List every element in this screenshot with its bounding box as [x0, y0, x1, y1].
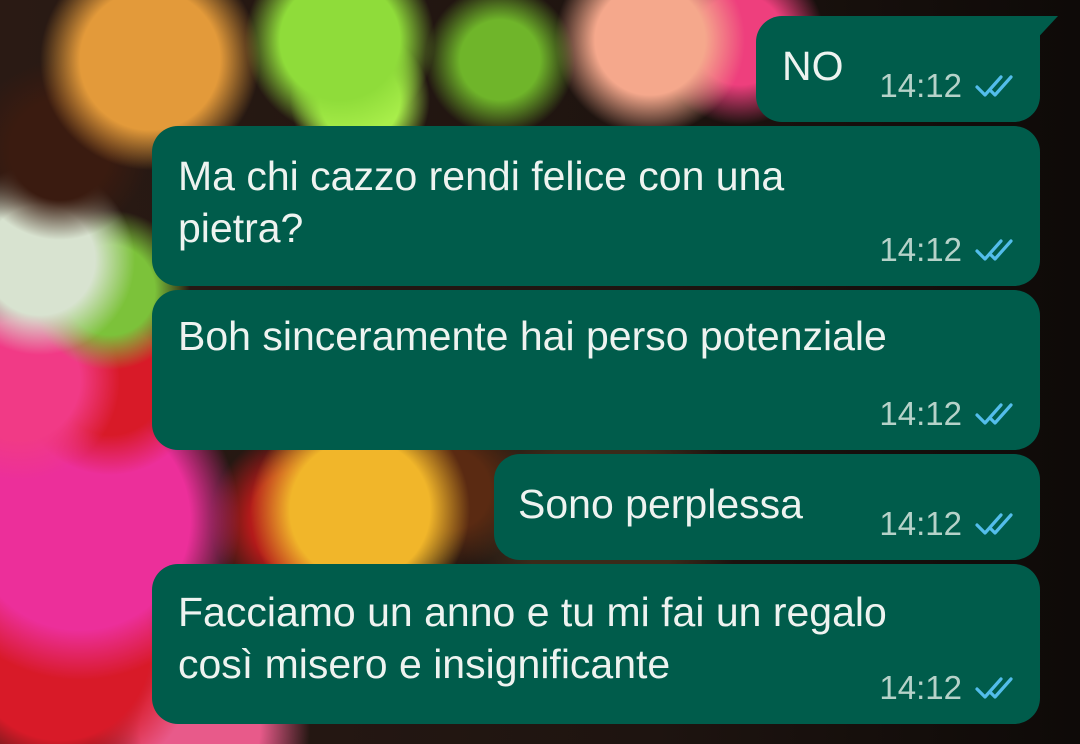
- message-time: 14:12: [879, 231, 962, 268]
- message-meta: 14:12: [879, 506, 1018, 542]
- message-text: Boh sinceramente hai perso potenziale: [178, 313, 887, 359]
- message-bubble[interactable]: Facciamo un anno e tu mi fai un regalo c…: [152, 564, 1040, 724]
- message-text: NO: [782, 43, 844, 89]
- double-check-read-icon: [974, 400, 1018, 428]
- message-meta: 14:12: [879, 232, 1018, 268]
- message-bubble[interactable]: Ma chi cazzo rendi felice con una pietra…: [152, 126, 1040, 286]
- message-time: 14:12: [879, 669, 962, 706]
- message-text: Sono perplessa: [518, 481, 803, 527]
- message-text: Facciamo un anno e tu mi fai un regalo c…: [178, 589, 887, 687]
- message-time: 14:12: [879, 395, 962, 432]
- message-meta: 14:12: [879, 396, 1018, 432]
- message-bubble[interactable]: Boh sinceramente hai perso potenziale 14…: [152, 290, 1040, 450]
- message-meta: 14:12: [879, 670, 1018, 706]
- message-time: 14:12: [879, 505, 962, 542]
- message-text: Ma chi cazzo rendi felice con una pietra…: [178, 153, 785, 251]
- message-bubble[interactable]: NO 14:12: [756, 16, 1058, 122]
- double-check-read-icon: [974, 510, 1018, 538]
- double-check-read-icon: [974, 236, 1018, 264]
- message-time: 14:12: [879, 67, 962, 104]
- message-meta: 14:12: [879, 68, 1018, 104]
- double-check-read-icon: [974, 674, 1018, 702]
- double-check-read-icon: [974, 72, 1018, 100]
- chat-conversation: NO 14:12 Ma chi cazzo rendi felice con u…: [0, 0, 1080, 744]
- message-bubble[interactable]: Sono perplessa 14:12: [494, 454, 1040, 560]
- bubble-tail: [1018, 16, 1058, 44]
